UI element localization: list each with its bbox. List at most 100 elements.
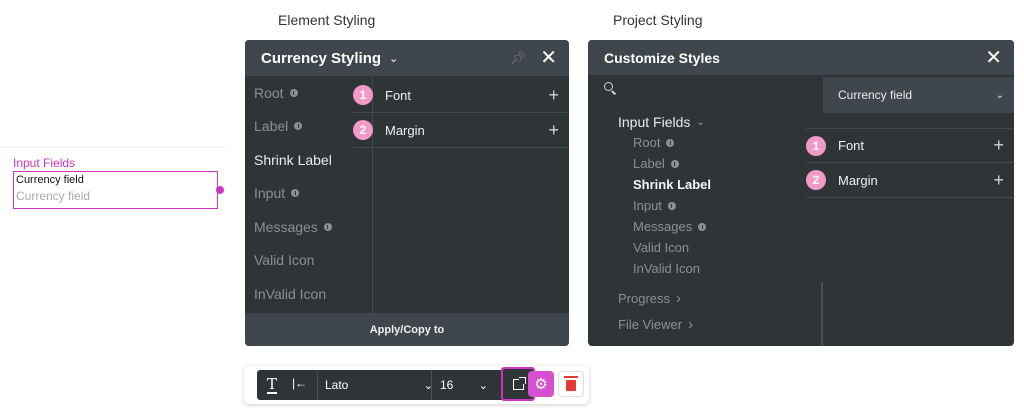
trash-icon (564, 376, 578, 391)
field-placeholder[interactable]: Currency field (16, 187, 215, 205)
delete-button[interactable] (558, 371, 584, 397)
nav-item[interactable]: Messages (245, 210, 372, 244)
info-icon (323, 222, 332, 231)
chevron-down-icon: ⌄ (478, 379, 488, 392)
info-icon (289, 88, 298, 97)
size-value: 16 (440, 378, 454, 392)
nav-item[interactable]: Input (245, 177, 372, 211)
nav-item-label: Input (254, 185, 286, 202)
tree-item-label: Root (633, 135, 661, 150)
prop-label: Font (838, 138, 865, 153)
info-icon (667, 201, 676, 210)
nav-item[interactable]: InValid Icon (245, 277, 372, 311)
toolbar-group: T |← Lato ⌄ 16 ⌄ (257, 367, 535, 401)
plus-icon[interactable]: + (548, 85, 559, 106)
resize-handle[interactable] (216, 186, 224, 194)
divider (431, 370, 432, 400)
font-size-select[interactable]: 16 ⌄ (440, 370, 490, 400)
chevron-down-icon[interactable]: ⌄ (389, 52, 398, 65)
plus-icon[interactable]: + (993, 135, 1004, 156)
tree-item-label: InValid Icon (633, 261, 700, 276)
project-styling-heading: Project Styling (613, 12, 703, 28)
tree-group[interactable]: Progress › (618, 285, 711, 311)
tree-group-input-fields[interactable]: Input Fields ⌄ (618, 112, 711, 132)
tree-item[interactable]: Label (618, 153, 711, 174)
nav-item-label: Root (254, 84, 284, 101)
pin-icon[interactable]: 📌︎ (510, 50, 527, 66)
font-family-select[interactable]: Lato ⌄ (325, 370, 435, 400)
field-value: Currency field (16, 174, 84, 186)
field-selection-box[interactable]: Currency field Currency field (13, 171, 224, 209)
tree-item[interactable]: Input (618, 195, 711, 216)
tree-item-label: Valid Icon (633, 240, 690, 255)
prop-label: Font (385, 87, 412, 103)
step-badge: 2 (806, 170, 826, 190)
tree-item[interactable]: Valid Icon (618, 237, 711, 258)
project-styling-panel: Customize Styles ✕ Currency field ⌄ Inpu… (588, 40, 1014, 346)
element-styling-panel: Currency Styling ⌄ 📌︎ ✕ Root Label Shrink … (245, 40, 569, 346)
element-styling-heading: Element Styling (278, 12, 376, 28)
nav-item-label: Label (254, 118, 289, 135)
tree-group-label: Input Fields (618, 114, 691, 130)
tree-item[interactable]: Root (618, 132, 711, 153)
tree-item[interactable]: Messages (618, 216, 711, 237)
project-props: 1 Font +2 Margin + (806, 128, 1014, 198)
step-badge: 1 (353, 85, 373, 105)
info-icon (698, 222, 707, 231)
field-label: Input Fields (13, 156, 76, 170)
step-badge: 2 (353, 120, 373, 140)
element-props: 1 Font +2 Margin + (353, 78, 569, 148)
apply-copy-button[interactable]: Apply/Copy to (245, 313, 569, 346)
tree-group-label: Progress (618, 290, 671, 306)
style-prop-row[interactable]: 2 Margin + (806, 163, 1014, 198)
tree-item-label: Input (633, 198, 662, 213)
close-icon[interactable]: ✕ (985, 48, 1002, 68)
prop-label: Margin (385, 122, 425, 138)
panel-title[interactable]: Currency Styling (261, 50, 381, 67)
close-icon[interactable]: ✕ (540, 48, 557, 68)
tree-item[interactable]: InValid Icon (618, 258, 711, 279)
component-select[interactable]: Currency field ⌄ (823, 77, 1014, 113)
info-icon (294, 122, 303, 131)
tree-item-label: Shrink Label (633, 177, 712, 192)
chevron-right-icon: › (676, 289, 682, 307)
chevron-down-icon: ⌄ (995, 89, 1004, 101)
chevron-right-icon: › (688, 315, 694, 333)
align-left-icon[interactable]: |← (292, 376, 307, 390)
tree-item[interactable]: Shrink Label (618, 174, 711, 195)
search-icon[interactable] (604, 82, 617, 95)
canvas-currency-field[interactable]: Input Fields Currency field Currency fie… (13, 156, 224, 209)
nav-item[interactable]: Valid Icon (245, 244, 372, 278)
style-prop-row[interactable]: 1 Font + (806, 128, 1014, 163)
divider (317, 370, 318, 400)
settings-button[interactable]: ⚙ (528, 371, 554, 397)
nav-item-label: Valid Icon (254, 252, 315, 269)
nav-item[interactable]: Shrink Label (245, 143, 372, 177)
style-prop-row[interactable]: 1 Font + (353, 78, 569, 113)
select-value: Currency field (838, 88, 913, 102)
plus-icon[interactable]: + (993, 170, 1004, 191)
font-value: Lato (325, 378, 349, 392)
info-icon (666, 138, 675, 147)
canvas-divider (0, 147, 225, 148)
tree-item-label: Label (633, 156, 665, 171)
style-prop-row[interactable]: 2 Margin + (353, 113, 569, 148)
tree-group-label: File Viewer (618, 316, 683, 332)
external-link-icon (512, 376, 526, 390)
gear-icon: ⚙ (534, 376, 548, 393)
info-icon (291, 189, 300, 198)
tree-item-label: Messages (633, 219, 693, 234)
nav-item-label: Messages (254, 218, 318, 235)
scrollbar[interactable] (821, 282, 823, 346)
text-icon[interactable]: T (267, 375, 278, 394)
plus-icon[interactable]: + (548, 120, 559, 141)
info-icon (670, 159, 679, 168)
step-badge: 1 (806, 135, 826, 156)
panel-title: Customize Styles (604, 49, 720, 66)
tree-group[interactable]: File Viewer › (618, 311, 711, 337)
nav-item-label: InValid Icon (254, 285, 327, 302)
panel-header: Customize Styles ✕ (588, 40, 1014, 75)
nav-item-label: Shrink Label (254, 151, 332, 168)
panel-header: Currency Styling ⌄ 📌︎ ✕ (245, 40, 569, 76)
prop-label: Margin (838, 172, 878, 188)
